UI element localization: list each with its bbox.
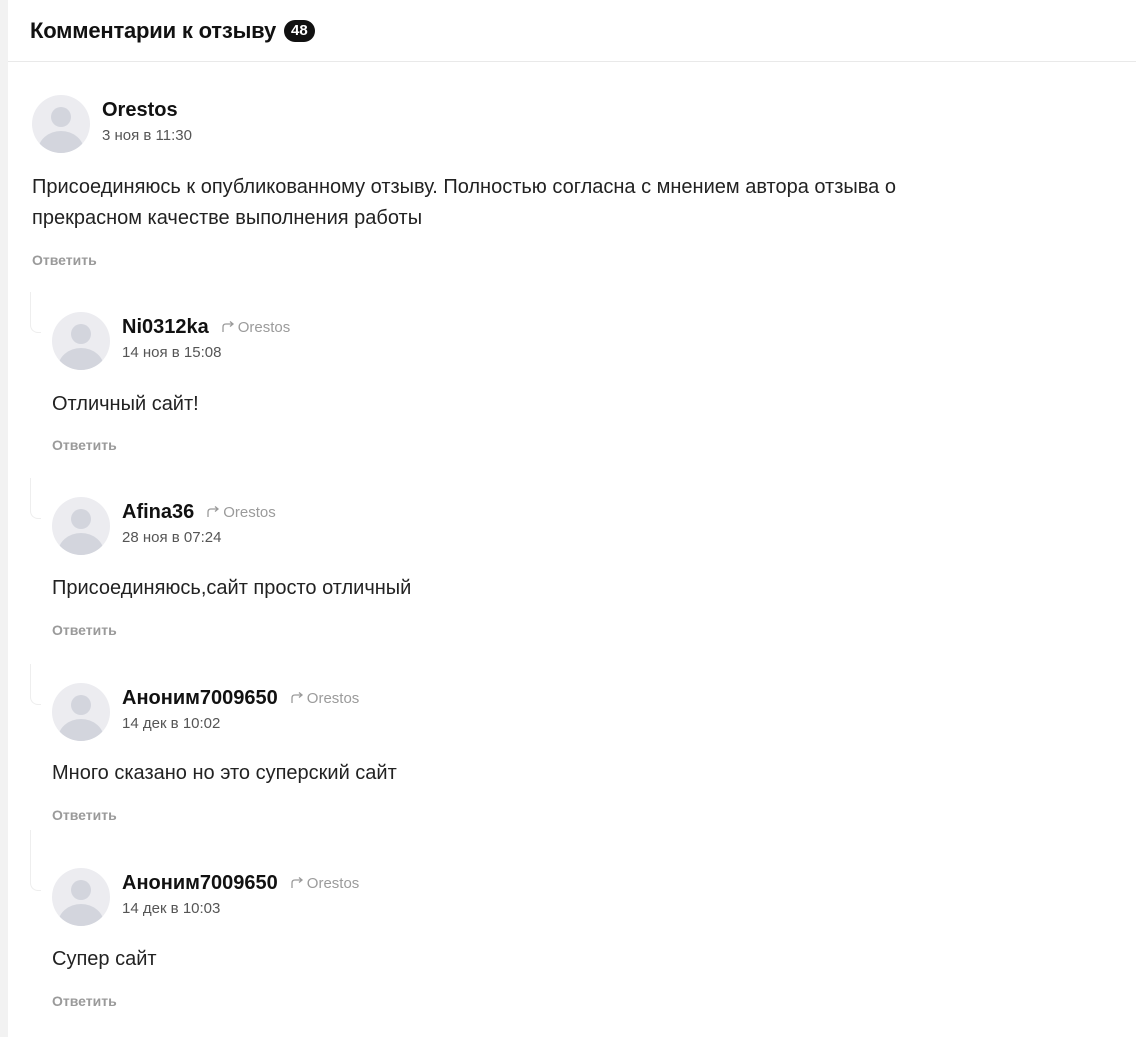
reply-to-label[interactable]: Orestos	[290, 689, 360, 707]
comment-text: Супер сайт	[52, 948, 157, 970]
comment-author[interactable]: Orestos	[102, 99, 178, 122]
reply-button[interactable]: Ответить	[52, 993, 117, 1009]
comment-text: Присоединяюсь к опубликованному отзыву. …	[32, 172, 896, 234]
comment-date: 14 дек в 10:03	[122, 900, 221, 917]
comment-text-line: Присоединяюсь к опубликованному отзыву. …	[32, 176, 896, 198]
reply-to-label[interactable]: Orestos	[221, 318, 291, 336]
comment-author[interactable]: Afina36	[122, 501, 194, 524]
reply-arrow-icon	[222, 321, 234, 332]
reply-button[interactable]: Ответить	[52, 807, 117, 823]
comment-date: 14 ноя в 15:08	[122, 344, 222, 361]
reply-button[interactable]: Ответить	[52, 437, 117, 453]
comment-text: Много сказано но это суперский сайт	[52, 762, 397, 784]
comment-author[interactable]: Ni0312ka	[122, 316, 209, 339]
reply-arrow-icon	[291, 692, 303, 703]
reply-to-name: Orestos	[237, 318, 291, 336]
reply-to-name: Orestos	[223, 503, 276, 521]
reply-to-label[interactable]: Orestos	[206, 504, 276, 521]
avatar[interactable]	[32, 95, 90, 153]
reply-to-label[interactable]: Orestos	[290, 874, 360, 892]
thread-connector	[30, 830, 41, 891]
comment-author[interactable]: Аноним7009650	[122, 687, 278, 710]
comment-date: 28 ноя в 07:24	[122, 529, 222, 546]
comments-count-badge: 48	[283, 19, 315, 42]
comment-text: Присоединяюсь,сайт просто отличный	[52, 577, 412, 599]
avatar[interactable]	[52, 683, 110, 741]
thread-connector	[30, 478, 41, 519]
reply-button[interactable]: Ответить	[32, 252, 97, 268]
comment-text: Отличный сайт!	[52, 393, 199, 415]
comment-date: 14 дек в 10:02	[122, 715, 221, 732]
comments-header: Комментарии к отзыву 48	[8, 0, 1136, 62]
reply-to-name: Orestos	[306, 689, 360, 707]
comments-title: Комментарии к отзыву	[30, 17, 276, 43]
comment-author[interactable]: Аноним7009650	[122, 872, 278, 895]
comments-panel: Комментарии к отзыву 48 Orestos 3 ноя в …	[8, 0, 1136, 1037]
reply-button[interactable]: Ответить	[52, 622, 117, 638]
reply-arrow-icon	[207, 506, 220, 517]
thread-connector	[30, 664, 41, 705]
reply-arrow-icon	[291, 877, 303, 888]
avatar[interactable]	[52, 497, 110, 555]
reply-to-name: Orestos	[306, 874, 360, 892]
comment-date: 3 ноя в 11:30	[102, 127, 192, 144]
avatar[interactable]	[52, 868, 110, 926]
avatar[interactable]	[52, 312, 110, 370]
comment-text-line: прекрасном качестве выполнения работы	[32, 207, 423, 229]
thread-connector	[30, 292, 41, 333]
